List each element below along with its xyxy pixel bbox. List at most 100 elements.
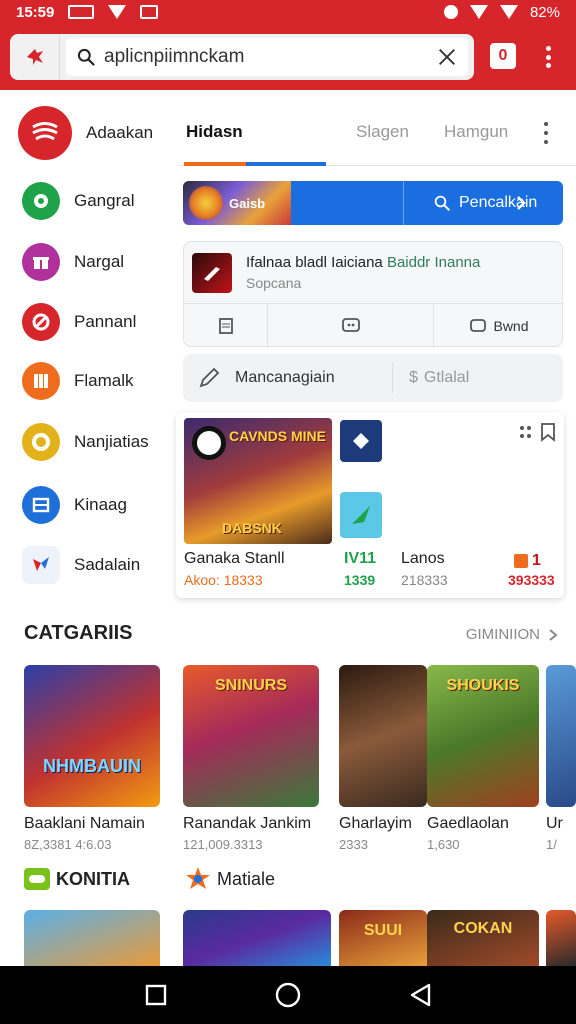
section-header[interactable]: KONITIA xyxy=(24,868,130,890)
tabs-overflow-icon[interactable] xyxy=(544,122,552,144)
game-thumbnail[interactable]: COKAN xyxy=(427,910,539,966)
featured-app-icon-1[interactable] xyxy=(340,420,382,462)
app-logo-icon xyxy=(26,49,43,65)
ring-icon xyxy=(22,423,60,461)
notification-title-plain: Ifalnaa bladl Iaiciana xyxy=(246,254,387,271)
game-thumbnail[interactable] xyxy=(183,910,331,966)
game-card[interactable]: Gharlayim 2333 xyxy=(339,665,427,852)
sidebar-item-4[interactable]: Flamalk xyxy=(22,362,134,400)
wrench-icon xyxy=(22,303,60,341)
game-thumbnail: SHOUKIS xyxy=(427,665,539,807)
wifi-icon xyxy=(108,5,127,19)
game-card[interactable]: Ur 1/ xyxy=(546,665,576,852)
recents-button[interactable] xyxy=(136,975,176,1015)
signal-icon xyxy=(469,5,488,19)
game-thumbnail[interactable] xyxy=(546,910,576,966)
featured-item-value: Akoo: 18333 xyxy=(184,572,263,588)
sidebar-item-7[interactable]: Sadalain xyxy=(22,546,140,584)
status-bar: 15:59 82% xyxy=(0,0,576,24)
close-icon[interactable] xyxy=(436,46,458,68)
notification-header: Ifalnaa bladl Iaiciana Baiddr Inanna Sop… xyxy=(184,242,564,304)
search-input[interactable] xyxy=(104,46,436,68)
sidebar-item-1[interactable]: Gangral xyxy=(22,182,134,220)
manage-button[interactable]: Mancanagiain xyxy=(183,363,393,393)
game-thumbnail: NHMBAUIN xyxy=(24,665,160,807)
featured-main-image[interactable]: CAVNDS MINE DABSNK xyxy=(184,418,332,544)
notification-icon xyxy=(68,5,95,19)
featured-app-icon-2[interactable] xyxy=(340,492,382,538)
promo-divider xyxy=(403,181,404,225)
radio-waves-icon xyxy=(18,106,72,160)
manage-row: Mancanagiain $ Gtlalal xyxy=(183,354,563,402)
message-icon xyxy=(140,5,159,19)
tabs-count-button[interactable]: 0 xyxy=(490,43,516,69)
game-card[interactable]: SHOUKIS Gaedlaolan 1,630 xyxy=(427,665,539,852)
dollar-icon: $ xyxy=(409,369,418,386)
sidebar-item-label: Adaakan xyxy=(86,123,154,142)
status-system-icons: 82% xyxy=(443,3,560,21)
featured-item-value: 218333 xyxy=(401,572,448,588)
tab-1[interactable]: Slagen xyxy=(356,122,409,142)
sidebar-item-3[interactable]: Pannanl xyxy=(22,303,136,341)
settings-button[interactable]: $ Gtlalal xyxy=(393,369,469,387)
battery-level: 82% xyxy=(529,3,560,21)
app-logo-button[interactable] xyxy=(10,34,60,80)
featured-item-value: 1339 xyxy=(344,572,376,588)
search-field[interactable] xyxy=(66,38,468,76)
notification-actions: Bwnd xyxy=(184,304,564,348)
sidebar-item-label: Gangral xyxy=(74,191,135,210)
home-button[interactable] xyxy=(268,975,308,1015)
tab-0[interactable]: Hidasn xyxy=(186,122,243,142)
chat-icon xyxy=(341,318,360,332)
game-count: 121,009.3313 xyxy=(183,837,263,852)
game-card[interactable]: NHMBAUIN Baaklani Namain 8Z,3381 4:6.03 xyxy=(24,665,160,852)
square-icon xyxy=(145,984,167,1006)
sidebar-item-5[interactable]: Nanjiatias xyxy=(22,423,149,461)
tab-indicator-accent xyxy=(246,162,326,166)
game-thumbnail xyxy=(546,665,576,807)
grid-dots-icon[interactable] xyxy=(520,426,532,438)
sidebar-item-6[interactable]: Kinaag xyxy=(22,486,127,524)
sidebar-item-label: Pannanl xyxy=(74,312,137,331)
message-icon xyxy=(470,319,487,332)
chevron-right-icon xyxy=(517,196,526,210)
notification-action-chat[interactable] xyxy=(268,304,434,348)
manage-label: Mancanagiain xyxy=(235,369,335,386)
promo-badge-icon xyxy=(189,186,223,220)
sidebar-item-label: Nanjiatias xyxy=(74,432,149,451)
featured-item-value: 393333 xyxy=(508,572,555,588)
section-header[interactable]: Matiale xyxy=(185,867,275,890)
promo-art-text: Gaisb xyxy=(229,195,266,211)
game-thumbnail[interactable]: SUUI xyxy=(339,910,427,966)
sidebar-item-label: Flamalk xyxy=(74,371,134,390)
thumb-title: SUUI xyxy=(363,922,403,939)
back-button[interactable] xyxy=(400,975,440,1015)
sidebar-item-2[interactable]: Nargal xyxy=(22,243,124,281)
notification-card[interactable]: Ifalnaa bladl Iaiciana Baiddr Inanna Sop… xyxy=(183,241,564,348)
sidebar-item-0[interactable]: Adaakan xyxy=(18,106,153,160)
game-name: Gharlayim xyxy=(339,815,412,832)
promo-banner[interactable]: Gaisb Pencalkain xyxy=(183,181,563,225)
status-notification-icons xyxy=(68,5,159,19)
system-nav-bar xyxy=(0,966,576,1024)
overflow-menu-icon[interactable] xyxy=(538,42,558,72)
see-more-label: GIMINIION xyxy=(465,626,540,643)
document-icon xyxy=(218,318,233,334)
game-name: Baaklani Namain xyxy=(24,815,145,832)
thumb-title: COKAN xyxy=(453,920,513,937)
notification-action-doc[interactable] xyxy=(184,304,268,348)
notification-action-label: Bwnd xyxy=(493,318,529,334)
sidebar-item-label: Kinaag xyxy=(74,495,127,514)
bookmark-icon[interactable] xyxy=(540,422,556,442)
window-icon xyxy=(22,486,60,524)
featured-rank-badge: 1 xyxy=(514,552,541,570)
notification-action-button[interactable]: Bwnd xyxy=(434,304,564,348)
notification-text: Ifalnaa bladl Iaiciana Baiddr Inanna Sop… xyxy=(246,254,480,291)
game-card[interactable]: SNINURS Ranandak Jankim 121,009.3313 xyxy=(183,665,319,852)
game-name: Gaedlaolan xyxy=(427,815,509,832)
chevron-right-icon xyxy=(549,628,558,641)
featured-item-name: 1 xyxy=(532,552,541,569)
game-thumbnail[interactable] xyxy=(24,910,160,966)
see-more-link[interactable]: GIMINIION xyxy=(466,626,558,643)
tab-2[interactable]: Hamgun xyxy=(444,122,508,142)
